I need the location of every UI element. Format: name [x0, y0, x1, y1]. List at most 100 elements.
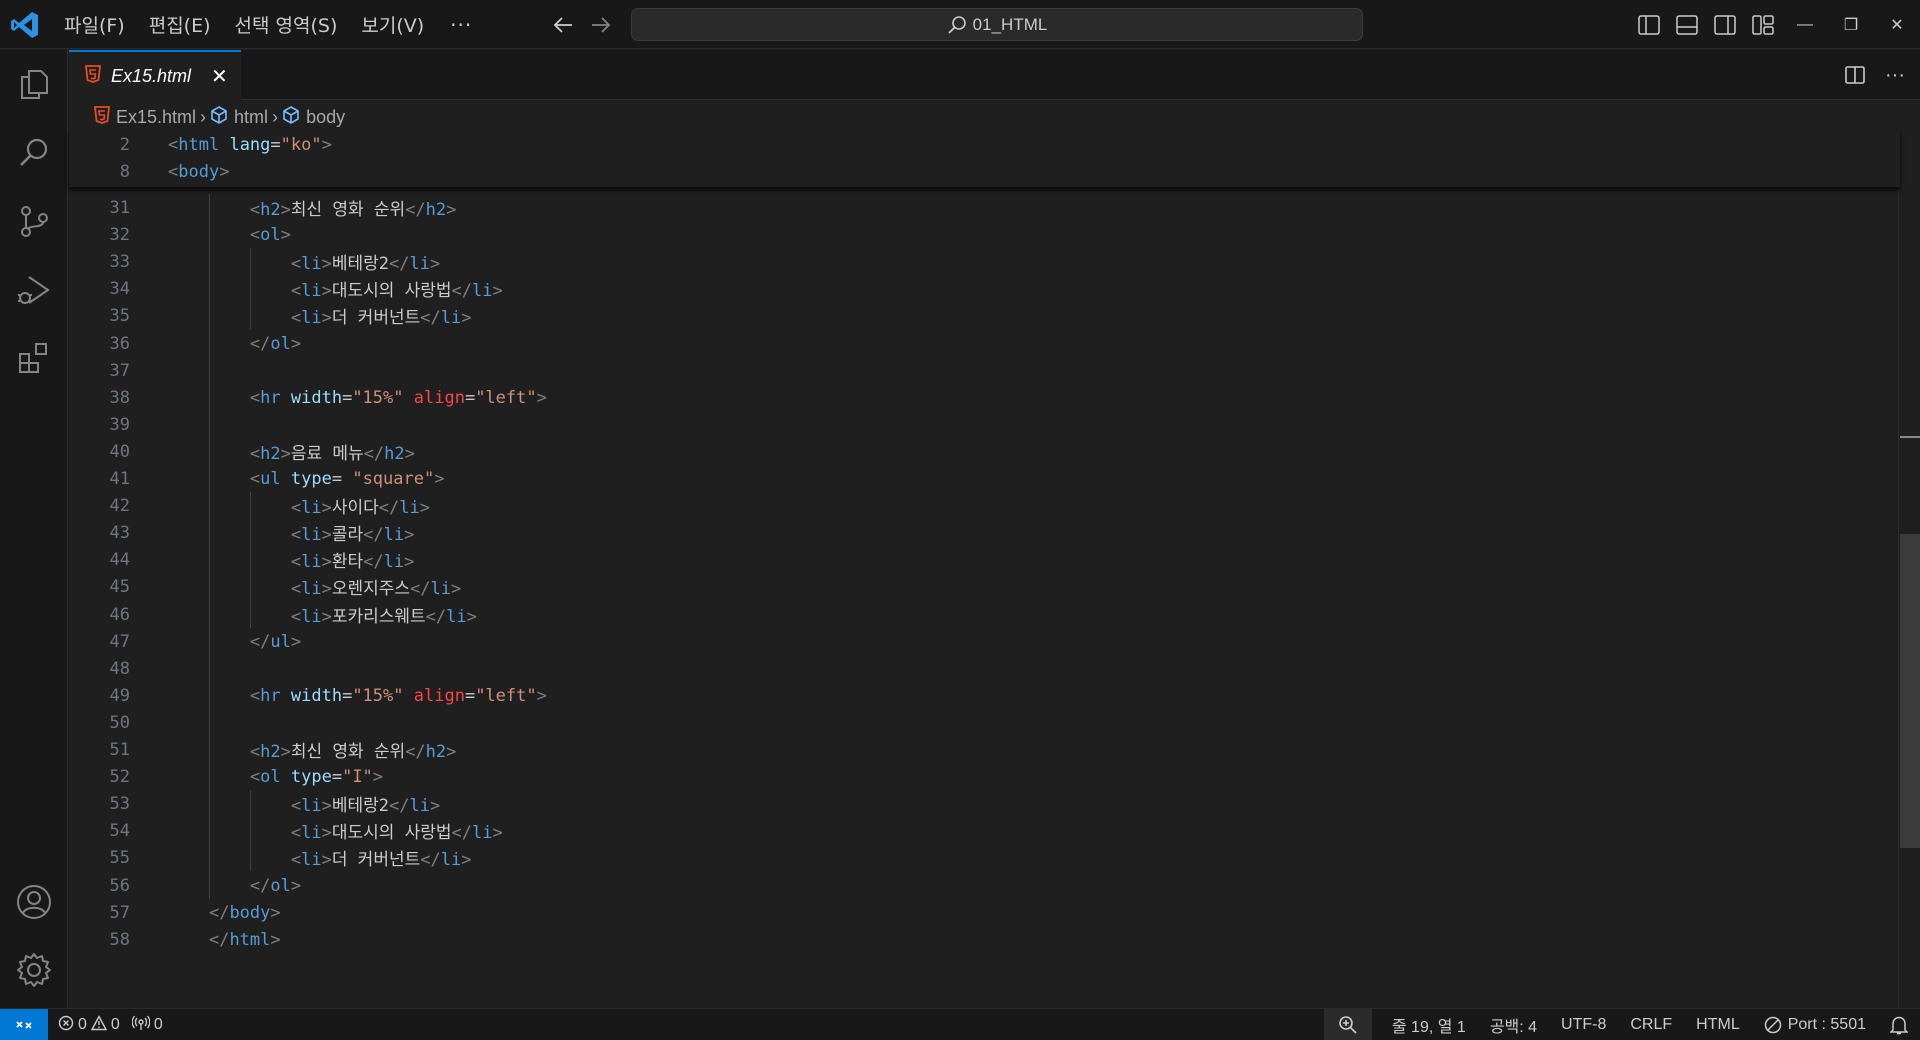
encoding[interactable]: UTF-8: [1549, 1009, 1618, 1040]
line-number: 36: [109, 333, 130, 354]
code-line[interactable]: 31 <h2>최신 영화 순위</h2>: [69, 194, 1900, 221]
toggle-secondary-sidebar-icon[interactable]: [1712, 12, 1738, 38]
code-text: <h2>최신 영화 순위</h2>: [249, 200, 457, 220]
language-mode[interactable]: HTML: [1684, 1009, 1752, 1040]
code-line[interactable]: 47 </ul>: [69, 628, 1900, 655]
code-line[interactable]: 49 <hr width="15%" align="left">: [69, 682, 1900, 709]
code-line[interactable]: 52 <ol type="I">: [69, 763, 1900, 790]
title-bar: 파일(F) 편집(E) 선택 영역(S) 보기(V) ··· 01_HTML —…: [0, 0, 1920, 49]
account-icon[interactable]: [14, 882, 54, 922]
back-arrow-icon[interactable]: [550, 12, 576, 38]
line-number: 38: [109, 387, 130, 408]
html-file-icon: [84, 64, 102, 88]
code-line[interactable]: 32 <ol>: [69, 221, 1900, 248]
extensions-icon[interactable]: [14, 338, 54, 378]
live-server-status[interactable]: Port : 5501: [1752, 1009, 1878, 1040]
line-number: 32: [109, 224, 130, 245]
layout-controls: [1636, 12, 1776, 38]
zoom-in-icon[interactable]: [1323, 1009, 1372, 1040]
line-number: 40: [109, 441, 130, 462]
sticky-line[interactable]: 2 <html lang="ko">: [69, 131, 1900, 158]
line-number: 56: [109, 875, 130, 896]
code-line[interactable]: 53 <li>베테랑2</li>: [69, 790, 1900, 817]
vertical-scrollbar[interactable]: [1898, 130, 1920, 1008]
code-line[interactable]: 57 </body>: [69, 899, 1900, 926]
remote-indicator-icon[interactable]: [0, 1009, 48, 1040]
breadcrumb-body[interactable]: body: [282, 105, 345, 129]
ports-status[interactable]: 0: [131, 1015, 163, 1036]
menu-edit[interactable]: 편집(E): [137, 11, 223, 38]
code-line[interactable]: 42 <li>사이다</li>: [69, 492, 1900, 519]
search-icon: [947, 15, 967, 35]
code-line[interactable]: 50: [69, 709, 1900, 736]
code-line[interactable]: 51 <h2>최신 영화 순위</h2>: [69, 736, 1900, 763]
problems-status[interactable]: 0 0: [58, 1014, 120, 1036]
customize-layout-icon[interactable]: [1750, 12, 1776, 38]
cursor-position[interactable]: 줄 19, 열 1: [1380, 1009, 1478, 1040]
warning-count: 0: [110, 1016, 120, 1033]
minimize-button[interactable]: —: [1782, 0, 1828, 49]
run-debug-icon[interactable]: [14, 270, 54, 310]
warning-icon: [90, 1014, 108, 1036]
code-line[interactable]: 56 </ol>: [69, 872, 1900, 899]
code-line[interactable]: 43 <li>콜라</li>: [69, 519, 1900, 546]
menu-more-icon[interactable]: ···: [436, 13, 486, 37]
indentation[interactable]: 공백: 4: [1478, 1009, 1549, 1040]
code-line[interactable]: 40 <h2>음료 메뉴</h2>: [69, 438, 1900, 465]
command-center-search[interactable]: 01_HTML: [631, 8, 1363, 41]
close-button[interactable]: ✕: [1874, 0, 1920, 49]
code-line[interactable]: 46 <li>포카리스웨트</li>: [69, 601, 1900, 628]
menu-view[interactable]: 보기(V): [349, 11, 436, 38]
html-file-icon: [93, 105, 111, 129]
menu-file[interactable]: 파일(F): [52, 11, 137, 38]
code-line[interactable]: 41 <ul type= "square">: [69, 465, 1900, 492]
line-number: 48: [109, 658, 130, 679]
end-of-line[interactable]: CRLF: [1618, 1009, 1684, 1040]
code-line[interactable]: 55 <li>더 커버넌트</li>: [69, 844, 1900, 871]
search-icon[interactable]: [14, 133, 54, 173]
code-line[interactable]: 35 <li>더 커버넌트</li>: [69, 302, 1900, 329]
code-line[interactable]: 48: [69, 655, 1900, 682]
vscode-logo-icon: [10, 11, 40, 39]
code-line[interactable]: 33 <li>베테랑2</li>: [69, 248, 1900, 275]
broadcast-icon: [131, 1015, 151, 1036]
breadcrumb-html[interactable]: html: [210, 105, 268, 129]
line-number: 35: [109, 305, 130, 326]
code-text: <h2>음료 메뉴</h2>: [249, 444, 415, 464]
code-text: </html>: [208, 929, 281, 950]
code-editor[interactable]: 2 <html lang="ko"> 8 <body> 31 <h2>최신 영화 순위…: [69, 130, 1900, 1008]
source-control-icon[interactable]: [14, 201, 54, 241]
code-line[interactable]: 36 </ol>: [69, 330, 1900, 357]
settings-gear-icon[interactable]: [14, 950, 54, 990]
tab-ex15-html[interactable]: Ex15.html ✕: [69, 50, 241, 100]
code-line[interactable]: 37: [69, 357, 1900, 384]
sticky-line[interactable]: 8 <body>: [69, 158, 1900, 185]
line-number: 46: [109, 604, 130, 625]
scrollbar-thumb[interactable]: [1900, 534, 1920, 848]
split-editor-icon[interactable]: [1842, 62, 1868, 88]
code-line[interactable]: 44 <li>환타</li>: [69, 546, 1900, 573]
code-line[interactable]: 38 <hr width="15%" align="left">: [69, 384, 1900, 411]
notifications-bell-icon[interactable]: [1878, 1009, 1920, 1040]
forward-arrow-icon[interactable]: [588, 12, 614, 38]
line-number: 49: [109, 685, 130, 706]
close-icon[interactable]: ✕: [211, 64, 228, 89]
code-line[interactable]: 54 <li>대도시의 사랑법</li>: [69, 817, 1900, 844]
more-actions-icon[interactable]: ···: [1882, 62, 1908, 88]
symbol-element-icon: [210, 105, 228, 129]
menu-selection[interactable]: 선택 영역(S): [223, 11, 350, 38]
explorer-icon[interactable]: [14, 64, 54, 104]
code-line[interactable]: 45 <li>오렌지주스</li>: [69, 573, 1900, 600]
restore-button[interactable]: ❐: [1828, 0, 1874, 49]
toggle-panel-icon[interactable]: [1674, 12, 1700, 38]
code-line[interactable]: 39: [69, 411, 1900, 438]
line-number: 57: [109, 902, 130, 923]
sticky-scroll[interactable]: 2 <html lang="ko"> 8 <body>: [69, 130, 1900, 187]
code-text: <li>오렌지주스</li>: [290, 579, 462, 599]
toggle-primary-sidebar-icon[interactable]: [1636, 12, 1662, 38]
breadcrumb-file[interactable]: Ex15.html: [93, 105, 196, 129]
code-text: <li>환타</li>: [290, 552, 415, 572]
code-line[interactable]: 58 </html>: [69, 926, 1900, 953]
code-text: <hr width="15%" align="left">: [249, 685, 547, 706]
code-line[interactable]: 34 <li>대도시의 사랑법</li>: [69, 275, 1900, 302]
